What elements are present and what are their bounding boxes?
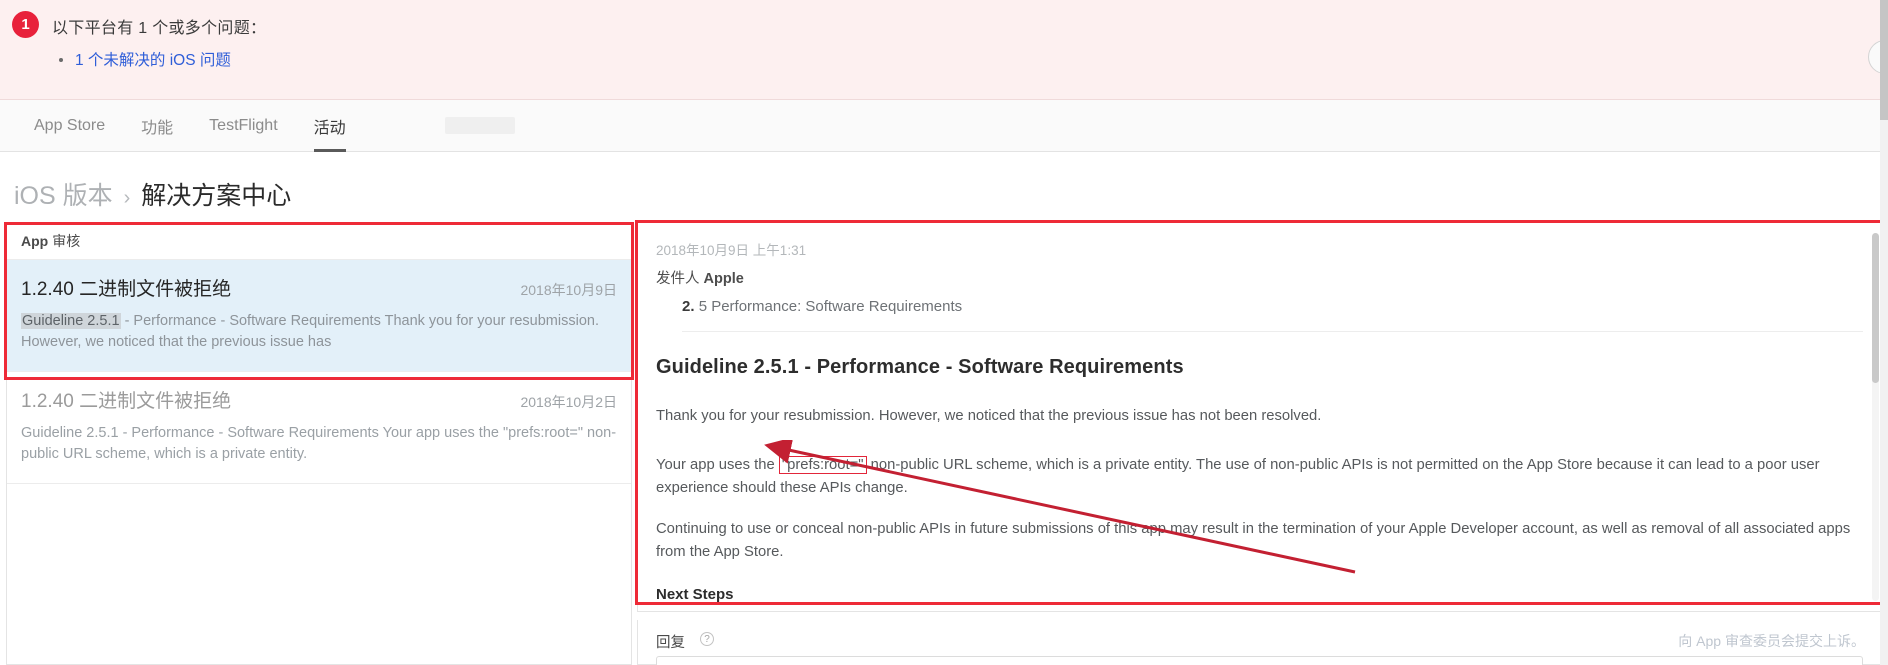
reply-label: 回复 <box>656 635 685 651</box>
help-icon[interactable]: ? <box>700 632 714 646</box>
detail-subject-text: 5 Performance: Software Requirements <box>698 298 963 315</box>
message-date: 2018年10月2日 <box>520 394 617 411</box>
breadcrumb: iOS 版本 › 解决方案中心 <box>14 176 291 212</box>
section-header-rest: 审核 <box>52 232 81 249</box>
list-item[interactable]: 1.2.40 二进制文件被拒绝 2018年10月9日 Guideline 2.5… <box>7 260 631 373</box>
tab-features[interactable]: 功能 <box>123 100 191 152</box>
detail-body: Guideline 2.5.1 - Performance - Software… <box>638 356 1881 603</box>
tab-testflight[interactable]: TestFlight <box>191 100 295 152</box>
detail-sender-label: 发件人 <box>656 271 700 287</box>
snippet-highlight: Guideline 2.5.1 <box>21 313 121 329</box>
unresolved-ios-issue-link[interactable]: 1 个未解决的 iOS 问题 <box>75 52 231 69</box>
message-title: 1.2.40 二进制文件被拒绝 <box>21 391 232 413</box>
detail-meta: 2018年10月9日 上午1:31 发件人 Apple 2. 5 Perform… <box>638 223 1881 332</box>
message-title: 1.2.40 二进制文件被拒绝 <box>21 279 232 300</box>
message-detail-panel: 2018年10月9日 上午1:31 发件人 Apple 2. 5 Perform… <box>637 222 1882 612</box>
breadcrumb-parent[interactable]: iOS 版本 <box>14 176 113 212</box>
reply-input[interactable] <box>656 656 1863 665</box>
message-snippet: Guideline 2.5.1 - Performance - Software… <box>21 311 617 353</box>
issues-alert-banner: 1 以下平台有 1 个或多个问题： 1 个未解决的 iOS 问题 <box>0 0 1888 100</box>
page-title: 解决方案中心 <box>141 182 292 210</box>
page-scrollbar-track[interactable] <box>1880 0 1888 665</box>
page-scrollbar-thumb[interactable] <box>1880 0 1888 120</box>
detail-heading: Guideline 2.5.1 - Performance - Software… <box>656 356 1184 378</box>
detail-subject: 2. 5 Performance: Software Requirements <box>682 298 1863 332</box>
message-date: 2018年10月9日 <box>520 282 617 298</box>
message-list-panel: App 审核 1.2.40 二进制文件被拒绝 2018年10月9日 Guidel… <box>6 222 632 665</box>
appeal-link[interactable]: 向 App 审查委员会提交上诉。 <box>1678 631 1865 651</box>
alert-issue-list: 1 个未解决的 iOS 问题 <box>59 48 231 70</box>
section-tabbar: App Store 功能 TestFlight 活动 <box>0 100 1888 152</box>
detail-timestamp: 2018年10月9日 上午1:31 <box>656 243 807 258</box>
paragraph2-before: Your app uses the <box>656 456 779 473</box>
bullet-icon <box>59 58 63 62</box>
issue-count-badge: 1 <box>12 11 39 38</box>
tab-app-store[interactable]: App Store <box>16 100 123 152</box>
page-root: 1 以下平台有 1 个或多个问题： 1 个未解决的 iOS 问题 App Sto… <box>0 0 1888 665</box>
detail-sender-name: Apple <box>703 271 744 287</box>
detail-next-steps-heading: Next Steps <box>656 585 734 603</box>
detail-sender: 发件人 Apple <box>656 267 1863 288</box>
reply-area: 回复 ? 向 App 审查委员会提交上诉。 <box>637 620 1882 665</box>
detail-subject-number: 2. <box>682 298 695 315</box>
list-item[interactable]: 1.2.40 二进制文件被拒绝 2018年10月2日 Guideline 2.5… <box>7 372 631 485</box>
message-snippet: Guideline 2.5.1 - Performance - Software… <box>21 425 617 463</box>
detail-scrollbar-thumb[interactable] <box>1872 233 1879 383</box>
alert-title: 以下平台有 1 个或多个问题： <box>52 20 267 37</box>
detail-paragraph-1: Thank you for your resubmission. However… <box>656 408 1322 424</box>
prefs-root-code-highlight: "prefs:root=" <box>778 455 867 474</box>
chevron-right-icon: › <box>123 187 131 209</box>
tab-activity[interactable]: 活动 <box>296 100 364 152</box>
detail-paragraph-3: Continuing to use or conceal non-public … <box>656 520 1851 560</box>
message-list-section-header: App 审核 <box>7 222 631 260</box>
tabbar-placeholder-block <box>445 117 515 134</box>
detail-paragraph-2: Your app uses the "prefs:root=" non-publ… <box>656 454 1863 500</box>
section-header-bold: App <box>21 232 49 249</box>
